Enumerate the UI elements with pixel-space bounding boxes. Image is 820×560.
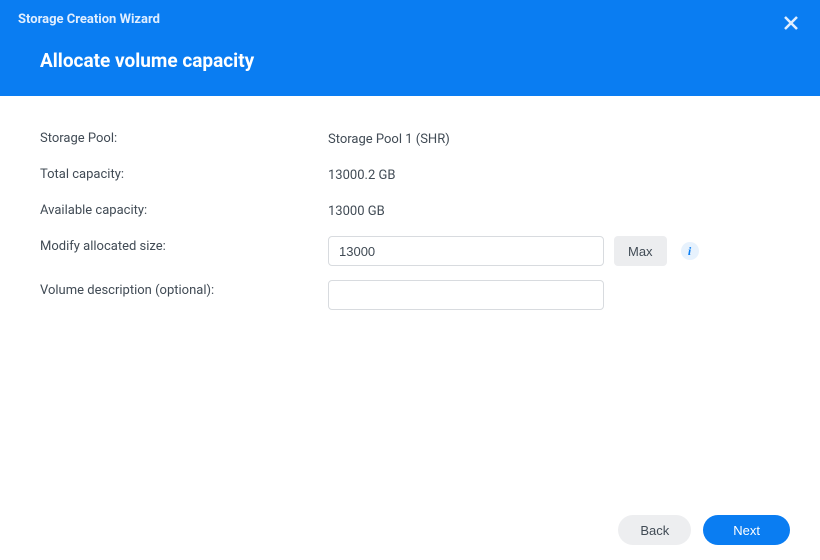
wizard-step-title: Allocate volume capacity [0, 27, 820, 72]
wizard-footer: Back Next [0, 500, 820, 560]
available-capacity-value: 13000 GB [328, 204, 385, 219]
volume-description-label: Volume description (optional): [40, 280, 328, 298]
storage-pool-value: Storage Pool 1 (SHR) [328, 132, 450, 147]
wizard-content: Storage Pool: Storage Pool 1 (SHR) Total… [0, 96, 820, 310]
storage-pool-label: Storage Pool: [40, 128, 328, 146]
total-capacity-row: Total capacity: 13000.2 GB [40, 164, 780, 186]
volume-description-input[interactable] [328, 280, 604, 310]
volume-description-row: Volume description (optional): [40, 280, 780, 310]
total-capacity-value: 13000.2 GB [328, 168, 395, 183]
allocated-size-label: Modify allocated size: [40, 236, 328, 254]
storage-pool-row: Storage Pool: Storage Pool 1 (SHR) [40, 128, 780, 150]
next-button[interactable]: Next [703, 515, 790, 545]
available-capacity-row: Available capacity: 13000 GB [40, 200, 780, 222]
back-button[interactable]: Back [618, 515, 691, 545]
wizard-title: Storage Creation Wizard [0, 0, 820, 27]
allocated-size-row: Modify allocated size: Max i [40, 236, 780, 266]
close-button[interactable] [780, 12, 802, 34]
allocated-size-input[interactable] [328, 236, 604, 266]
total-capacity-label: Total capacity: [40, 164, 328, 182]
available-capacity-label: Available capacity: [40, 200, 328, 218]
close-icon [784, 16, 798, 30]
wizard-header: Storage Creation Wizard Allocate volume … [0, 0, 820, 96]
info-icon[interactable]: i [681, 242, 699, 260]
max-button[interactable]: Max [614, 236, 667, 266]
